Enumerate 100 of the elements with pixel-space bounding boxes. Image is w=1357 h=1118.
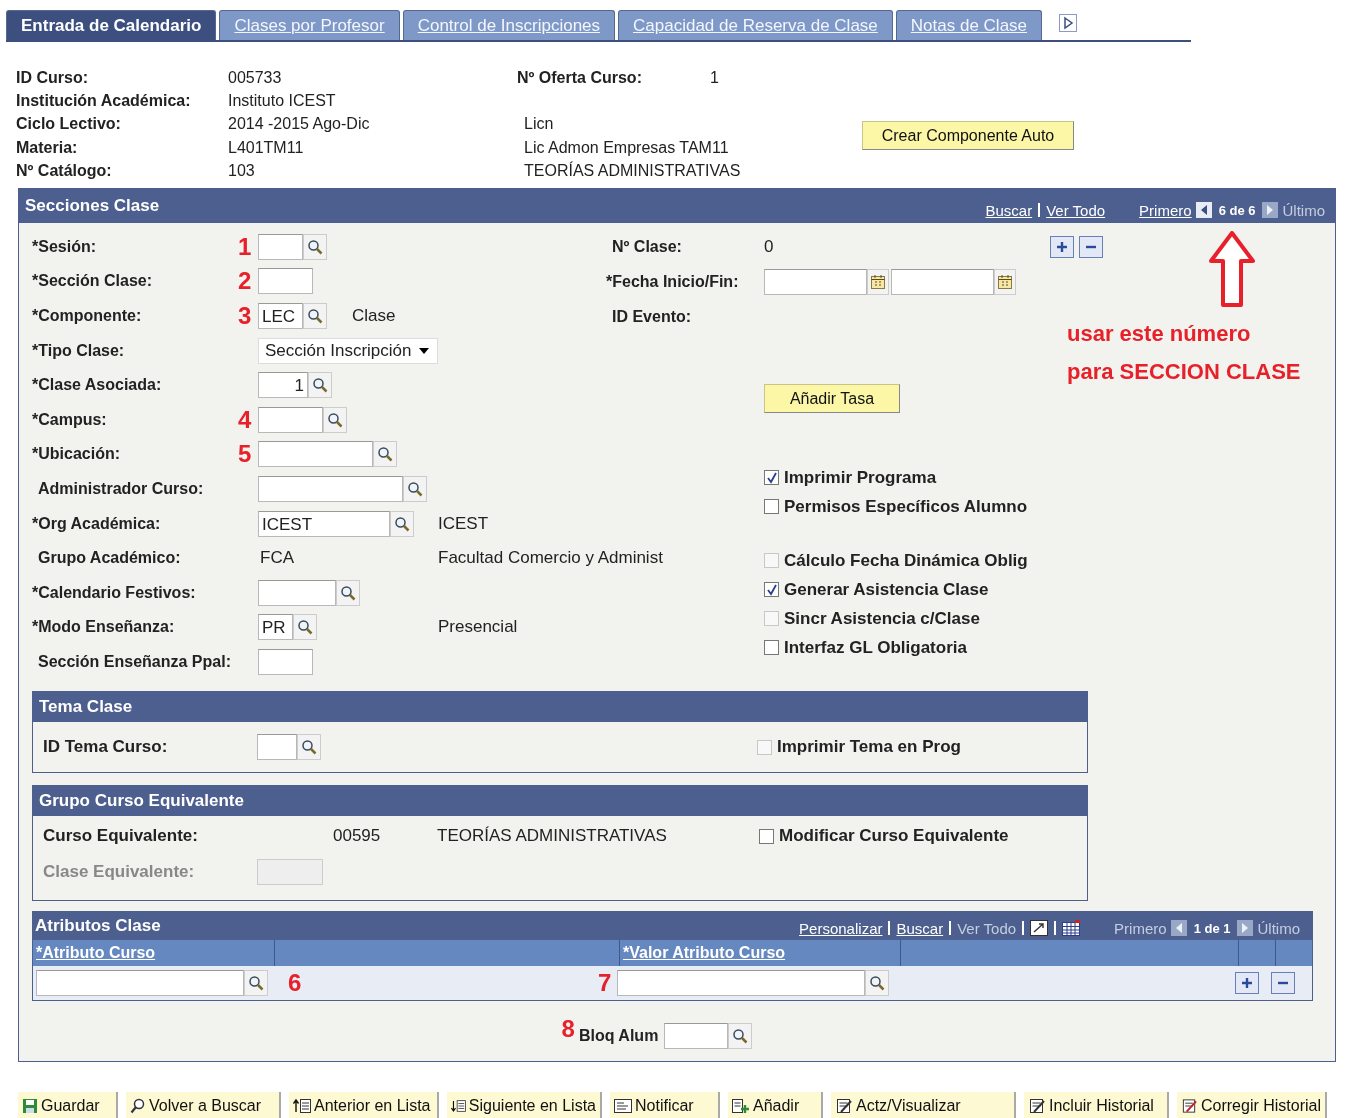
input-field[interactable] — [258, 648, 313, 675]
field-label: *Fecha Inicio/Fin: — [606, 273, 740, 291]
description-text: Licn — [523, 115, 555, 134]
search-icon — [869, 975, 886, 992]
field-value: Instituto ICEST — [228, 91, 337, 110]
toolbar-button[interactable]: Actz/Visualizar — [831, 1092, 1016, 1118]
lookup-button[interactable] — [728, 1023, 753, 1050]
input-field[interactable] — [258, 579, 336, 606]
field-label: Curso Equivalente: — [43, 826, 199, 847]
step-number: 8 — [561, 1017, 575, 1042]
lookup-button[interactable] — [865, 970, 890, 997]
grid-title: Atributos Clase — [35, 916, 161, 937]
input-field[interactable] — [36, 970, 244, 997]
toolbar-button[interactable]: Notificar — [610, 1092, 720, 1118]
date-field[interactable] — [764, 269, 867, 295]
input-field[interactable] — [617, 970, 866, 997]
checkbox-label: Interfaz GL Obligatoria — [784, 638, 967, 658]
previous-icon[interactable] — [1195, 202, 1212, 219]
create-component-button[interactable]: Crear Componente Auto — [862, 121, 1074, 151]
checkbox[interactable] — [764, 582, 779, 598]
add-row-button[interactable] — [1050, 236, 1074, 258]
input-field[interactable] — [257, 734, 297, 761]
annotation-text: usar este número — [1067, 320, 1252, 349]
add-row-button[interactable] — [1235, 972, 1259, 995]
toolbar-button[interactable]: Anterior en Lista — [289, 1092, 439, 1118]
document-edit-icon — [1181, 1098, 1198, 1115]
link[interactable]: Personalizar — [799, 919, 883, 937]
field-label: *Sesión: — [32, 237, 97, 256]
link[interactable]: Ver Todo — [1046, 202, 1106, 219]
search-icon — [307, 238, 323, 255]
input-field[interactable] — [258, 441, 373, 468]
add-fee-button[interactable]: Añadir Tasa — [764, 384, 900, 414]
field-label: Sección Enseñanza Ppal: — [37, 652, 232, 671]
description-text: Lic Admon Empresas TAM11 — [523, 138, 730, 157]
first-link[interactable]: Primero — [1139, 202, 1192, 219]
search-icon — [340, 584, 356, 601]
checkbox[interactable] — [764, 640, 779, 656]
lookup-button[interactable] — [297, 734, 321, 761]
checkbox[interactable] — [764, 499, 779, 515]
toolbar-button[interactable]: Volver a Buscar — [126, 1092, 281, 1118]
input-field[interactable] — [258, 233, 303, 260]
column-header[interactable]: *Atributo Curso — [36, 944, 156, 963]
lookup-button[interactable] — [373, 441, 397, 468]
input-field[interactable] — [258, 406, 323, 433]
delete-row-button[interactable] — [1079, 236, 1103, 258]
input-field[interactable] — [258, 268, 313, 295]
link[interactable]: Buscar — [985, 202, 1033, 219]
search-icon — [407, 480, 423, 497]
input-field[interactable] — [664, 1023, 729, 1050]
zoom-grid-icon[interactable] — [1030, 920, 1049, 937]
lookup-button[interactable] — [308, 372, 332, 399]
toolbar-button[interactable]: Corregir Historial — [1177, 1092, 1327, 1118]
checkbox[interactable] — [764, 470, 779, 486]
calendar-button[interactable] — [867, 269, 889, 295]
link[interactable]: Buscar — [896, 919, 944, 937]
checkbox-label: Permisos Específicos Alumno — [784, 497, 1028, 517]
field-label: *Ubicación: — [32, 445, 121, 464]
next-tab-icon[interactable] — [1059, 14, 1078, 32]
spreadsheet-icon[interactable] — [1062, 920, 1081, 937]
checkbox-label: Imprimir Tema en Prog — [777, 737, 961, 758]
next-icon[interactable] — [1237, 920, 1254, 937]
dropdown[interactable]: Sección Inscripción — [258, 337, 438, 364]
next-icon[interactable] — [1262, 202, 1279, 219]
calendar-icon — [870, 274, 886, 290]
list-up-icon — [293, 1098, 311, 1115]
search-icon — [732, 1028, 749, 1045]
tab[interactable]: Entrada de Calendario — [6, 10, 217, 40]
input-field[interactable]: PR — [258, 614, 293, 641]
previous-icon[interactable] — [1170, 920, 1187, 937]
search-icon — [297, 619, 313, 636]
lookup-button[interactable] — [244, 970, 268, 997]
toolbar-button[interactable]: Siguiente en Lista — [447, 1092, 602, 1118]
lookup-button[interactable] — [303, 302, 327, 329]
lookup-button[interactable] — [303, 233, 327, 260]
lookup-button[interactable] — [336, 579, 360, 606]
lookup-button[interactable] — [293, 614, 317, 641]
field-label: *Sección Clase: — [32, 272, 154, 291]
input-field[interactable]: ICEST — [258, 510, 390, 537]
lookup-button[interactable] — [390, 510, 414, 537]
section-title: Secciones Clase — [25, 196, 160, 217]
toolbar-button[interactable]: Guardar — [18, 1092, 118, 1118]
calendar-button[interactable] — [994, 269, 1016, 295]
delete-row-button[interactable] — [1271, 972, 1295, 995]
lookup-button[interactable] — [403, 475, 427, 502]
note-icon — [614, 1098, 632, 1115]
field-value: FCA — [259, 548, 294, 569]
input-field[interactable] — [258, 475, 403, 502]
step-number: 6 — [288, 971, 303, 996]
lookup-button[interactable] — [323, 406, 347, 433]
description-text: Facultad Comercio y Administ — [438, 548, 663, 569]
toolbar-button[interactable]: Añadir — [728, 1092, 823, 1118]
input-field[interactable]: 1 — [258, 372, 308, 399]
toolbar-button[interactable]: Incluir Historial — [1024, 1092, 1169, 1118]
add-document-icon — [732, 1098, 750, 1115]
input-field[interactable]: LEC — [258, 302, 303, 329]
search-icon — [307, 307, 323, 324]
column-header[interactable]: *Valor Atributo Curso — [623, 944, 786, 963]
field-label: Administrador Curso: — [37, 479, 205, 498]
date-field[interactable] — [891, 269, 994, 295]
checkbox[interactable] — [759, 828, 774, 844]
